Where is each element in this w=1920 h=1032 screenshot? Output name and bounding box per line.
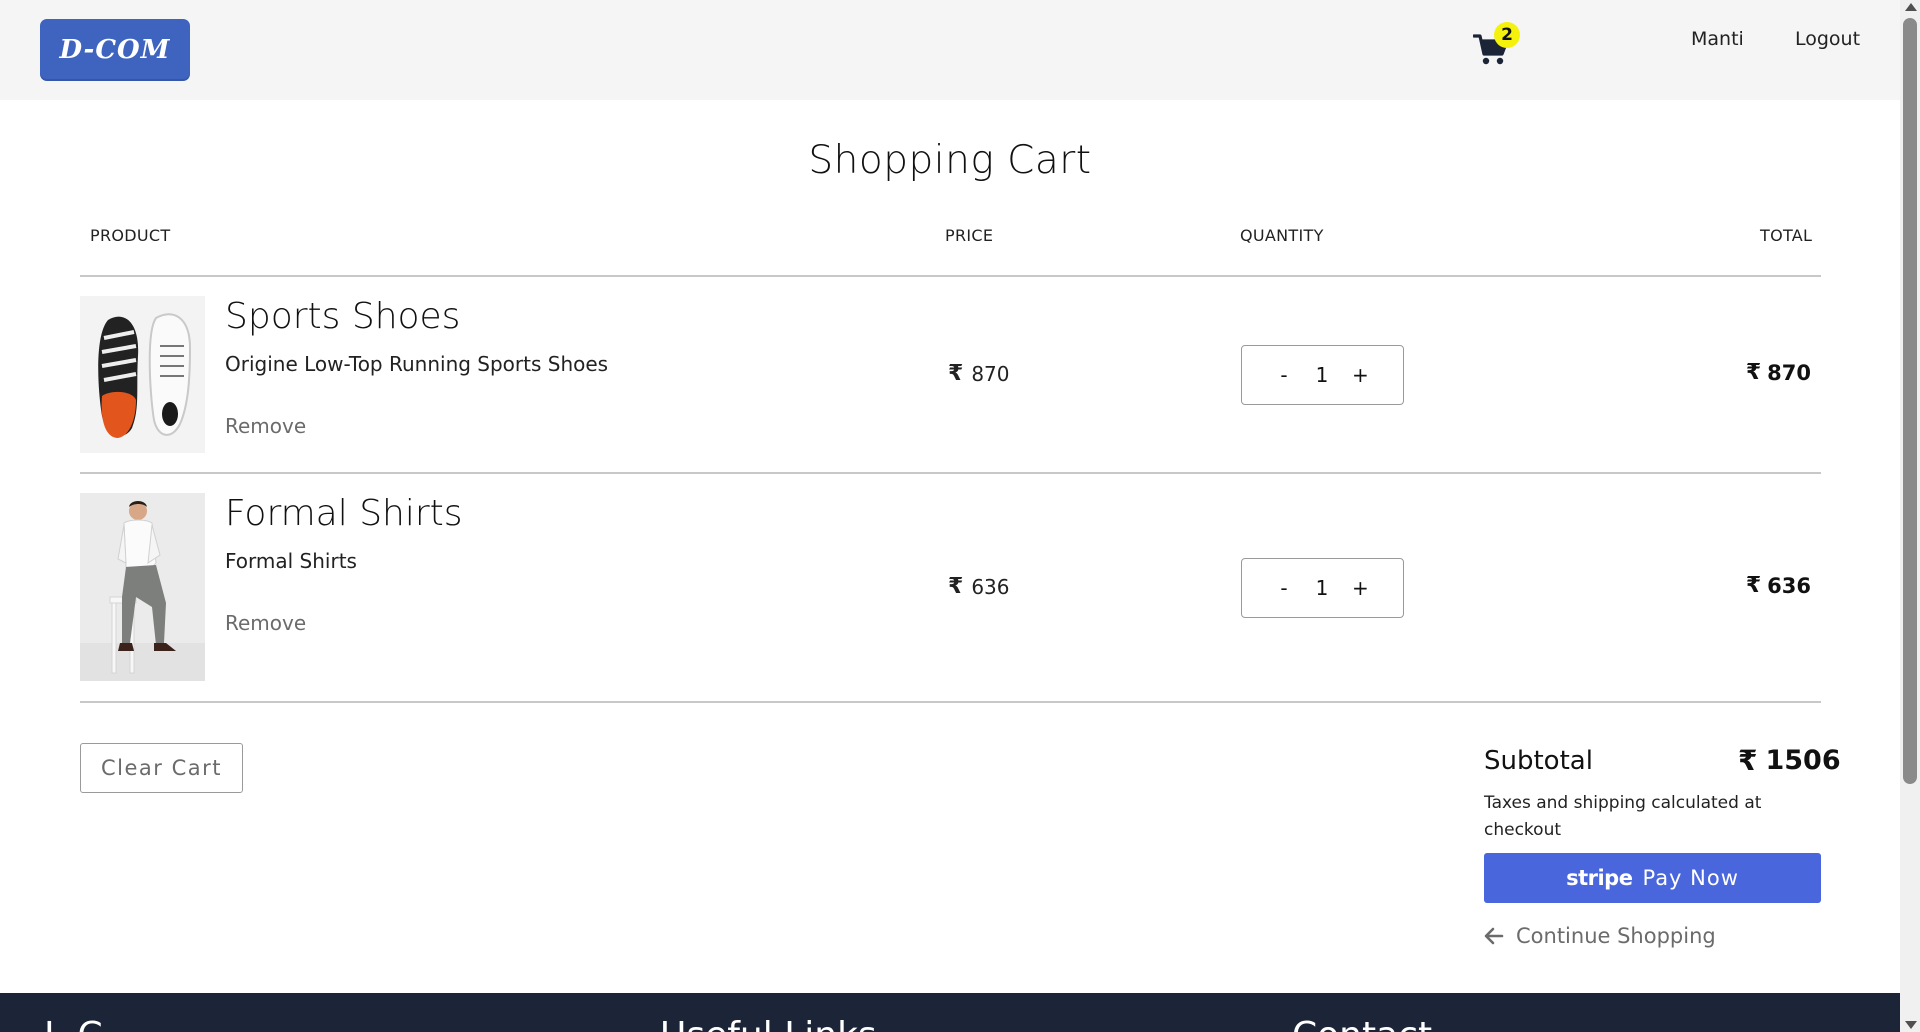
- subtotal-amount: ₹ 1506: [1738, 744, 1841, 777]
- item-price-value: 636: [971, 574, 1010, 599]
- product-description: Formal Shirts: [225, 549, 357, 573]
- arrow-left-icon: [1484, 927, 1504, 945]
- rupee-icon: ₹: [948, 361, 964, 386]
- quantity-value: 1: [1315, 576, 1329, 600]
- cart-row: Sports Shoes Origine Low-Top Running Spo…: [80, 296, 1821, 454]
- pay-now-label: Pay Now: [1642, 866, 1739, 890]
- item-total-value: 870: [1767, 360, 1811, 385]
- subtotal-label: Subtotal: [1484, 746, 1593, 776]
- column-header-total: TOTAL: [1760, 226, 1813, 245]
- item-price: ₹ 870: [948, 361, 1010, 386]
- page: D-COM 2 Manti Logout Shopping Cart PRODU…: [0, 0, 1920, 1032]
- scroll-down-arrow-icon[interactable]: [1905, 1021, 1917, 1029]
- quantity-stepper: - 1 +: [1241, 558, 1404, 618]
- cart-row: Formal Shirts Formal Shirts Remove ₹ 636…: [80, 493, 1821, 683]
- brand-logo-text: D-COM: [59, 35, 171, 65]
- clear-cart-button[interactable]: Clear Cart: [80, 743, 243, 793]
- quantity-stepper: - 1 +: [1241, 345, 1404, 405]
- increase-quantity-button[interactable]: +: [1352, 576, 1369, 600]
- row-divider: [80, 472, 1821, 474]
- site-footer: I. C Useful Links Contact: [0, 993, 1900, 1032]
- column-header-product: PRODUCT: [90, 226, 171, 245]
- remove-item-button[interactable]: Remove: [225, 611, 306, 635]
- formal-shirt-model-image: [80, 493, 205, 681]
- scroll-up-arrow-icon[interactable]: [1905, 3, 1917, 11]
- product-image-sports-shoes[interactable]: [80, 296, 205, 453]
- product-image-formal-shirts[interactable]: [80, 493, 205, 681]
- footer-useful-links-heading: Useful Links: [660, 1015, 877, 1032]
- top-navbar: D-COM 2 Manti Logout: [0, 0, 1900, 100]
- brand-logo[interactable]: D-COM: [40, 19, 190, 81]
- item-total: ₹ 636: [1746, 573, 1811, 598]
- page-title: Shopping Cart: [808, 138, 1092, 183]
- rupee-icon: ₹: [948, 574, 964, 599]
- decrease-quantity-button[interactable]: -: [1276, 576, 1292, 600]
- continue-shopping-label: Continue Shopping: [1516, 924, 1716, 948]
- tax-shipping-note: Taxes and shipping calculated at checkou…: [1484, 793, 1762, 840]
- rupee-icon: ₹: [1738, 744, 1758, 777]
- item-total: ₹ 870: [1746, 360, 1811, 385]
- shoes-image: [80, 296, 205, 453]
- rupee-icon: ₹: [1745, 573, 1762, 598]
- cart-link[interactable]: 2: [1468, 22, 1520, 70]
- footer-brand-heading: I. C: [44, 1015, 103, 1032]
- cart-count-badge: 2: [1494, 22, 1520, 48]
- product-name[interactable]: Sports Shoes: [225, 296, 460, 337]
- increase-quantity-button[interactable]: +: [1352, 363, 1369, 387]
- column-header-quantity: QUANTITY: [1240, 226, 1324, 245]
- user-name-link[interactable]: Manti: [1691, 28, 1744, 50]
- scrollbar-thumb[interactable]: [1903, 18, 1917, 784]
- item-total-value: 636: [1767, 573, 1811, 598]
- product-name[interactable]: Formal Shirts: [225, 493, 463, 534]
- continue-shopping-link[interactable]: Continue Shopping: [1484, 924, 1716, 948]
- quantity-value: 1: [1315, 363, 1329, 387]
- remove-item-button[interactable]: Remove: [225, 414, 306, 438]
- stripe-logo: stripe: [1566, 866, 1633, 890]
- rupee-icon: ₹: [1745, 360, 1762, 385]
- subtotal-value: 1506: [1765, 745, 1841, 776]
- vertical-scrollbar[interactable]: [1900, 0, 1920, 1032]
- item-price-value: 870: [971, 361, 1010, 386]
- decrease-quantity-button[interactable]: -: [1276, 363, 1292, 387]
- logout-link[interactable]: Logout: [1795, 28, 1860, 50]
- column-header-price: PRICE: [945, 226, 994, 245]
- stripe-pay-now-button[interactable]: stripe Pay Now: [1484, 853, 1821, 903]
- row-divider: [80, 701, 1821, 703]
- product-description: Origine Low-Top Running Sports Shoes: [225, 352, 609, 376]
- footer-contact-heading: Contact: [1292, 1015, 1432, 1032]
- header-divider: [80, 275, 1821, 277]
- item-price: ₹ 636: [948, 574, 1010, 599]
